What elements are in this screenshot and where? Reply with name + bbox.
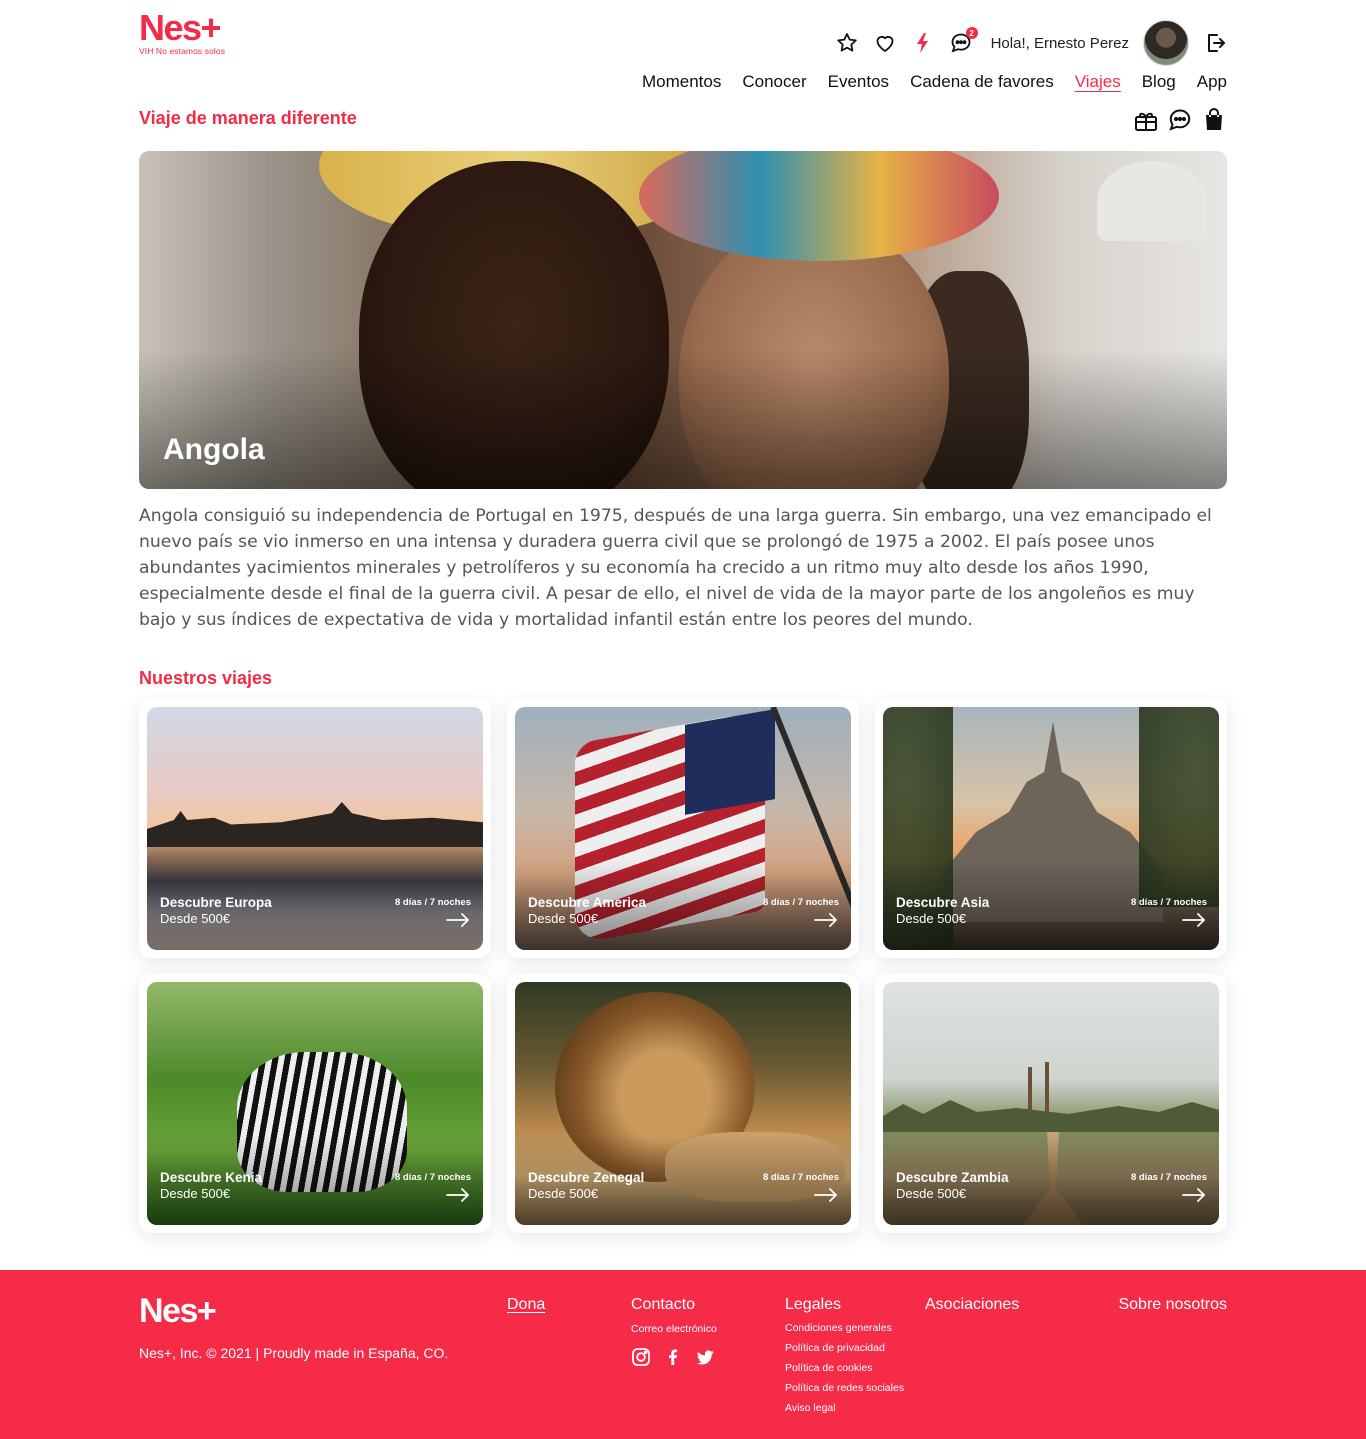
- nav-item-eventos[interactable]: Eventos: [828, 72, 889, 92]
- hero-image-lamp: [1097, 161, 1207, 241]
- footer-legal-links: Condiciones generales Política de privac…: [785, 1322, 904, 1414]
- trip-price: Desde 500€: [160, 911, 231, 926]
- trip-card-zenegal[interactable]: Descubre Zenegal Desde 500€ 8 días / 7 n…: [507, 974, 859, 1233]
- footer-link-email[interactable]: Correo electrónico: [631, 1323, 717, 1335]
- nav-item-cadena-de-favores[interactable]: Cadena de favores: [910, 72, 1054, 92]
- logout-icon[interactable]: [1203, 31, 1227, 55]
- trip-duration: 8 días / 7 noches: [1130, 1172, 1207, 1183]
- footer-link-asociaciones[interactable]: Asociaciones: [925, 1296, 1019, 1313]
- nav-item-app[interactable]: App: [1197, 72, 1227, 92]
- trip-price: Desde 500€: [160, 1186, 231, 1201]
- footer-col-sobre-nosotros: Sobre nosotros: [1118, 1296, 1227, 1314]
- heart-icon[interactable]: [873, 31, 897, 55]
- trip-image-kenia: Descubre Kenia Desde 500€ 8 días / 7 noc…: [147, 982, 483, 1225]
- hero-banner: Angola: [139, 151, 1227, 489]
- arrow-right-icon[interactable]: [813, 912, 839, 928]
- arrow-right-icon[interactable]: [445, 1187, 471, 1203]
- avatar[interactable]: [1143, 20, 1189, 66]
- trip-card-asia[interactable]: Descubre Asia Desde 500€ 8 días / 7 noch…: [875, 699, 1227, 958]
- giraffe-neck: [1028, 1067, 1032, 1112]
- flag-canton: [685, 709, 775, 815]
- trip-price: Desde 500€: [528, 1186, 599, 1201]
- action-icons: [1133, 107, 1227, 133]
- footer-copyright: Nes+, Inc. © 2021 | Proudly made in Espa…: [139, 1345, 449, 1361]
- trip-image-zenegal: Descubre Zenegal Desde 500€ 8 días / 7 n…: [515, 982, 851, 1225]
- trip-price: Desde 500€: [896, 911, 967, 926]
- trip-cards-grid: Descubre Europa Desde 500€ 8 días / 7 no…: [139, 699, 1227, 1233]
- trip-image-europa: Descubre Europa Desde 500€ 8 días / 7 no…: [147, 707, 483, 950]
- footer-link-privacidad[interactable]: Política de privacidad: [785, 1342, 904, 1354]
- logo[interactable]: Nes+ VIH No estamos solos: [139, 7, 226, 57]
- nav-item-momentos[interactable]: Momentos: [642, 72, 721, 92]
- trip-name: Descubre Zambia: [896, 1170, 1009, 1185]
- trip-duration: 8 días / 7 noches: [394, 1172, 471, 1183]
- trip-card-america[interactable]: Descubre America Desde 500€ 8 días / 7 n…: [507, 699, 859, 958]
- footer-col-contacto: Contacto Correo electrónico: [631, 1296, 717, 1372]
- instagram-icon[interactable]: [631, 1347, 651, 1372]
- trip-card-kenia[interactable]: Descubre Kenia Desde 500€ 8 días / 7 noc…: [139, 974, 491, 1233]
- trip-card-zambia[interactable]: Descubre Zambia Desde 500€ 8 días / 7 no…: [875, 974, 1227, 1233]
- footer-col-legales: Legales Condiciones generales Política d…: [785, 1296, 904, 1414]
- footer-logo[interactable]: Nes+: [139, 1292, 217, 1331]
- footer-heading-legales: Legales: [785, 1296, 842, 1313]
- page: Nes+ VIH No estamos solos 2 Hola!, Ernes…: [0, 0, 1366, 1439]
- twitter-icon[interactable]: [695, 1347, 715, 1372]
- footer-col-asociaciones: Asociaciones: [925, 1296, 1019, 1314]
- trip-name: Descubre Zenegal: [528, 1170, 645, 1185]
- footer-link-aviso-legal[interactable]: Aviso legal: [785, 1402, 904, 1414]
- trip-name: Descubre Asia: [896, 895, 990, 910]
- trip-image-zambia: Descubre Zambia Desde 500€ 8 días / 7 no…: [883, 982, 1219, 1225]
- top-bar: 2 Hola!, Ernesto Perez: [835, 20, 1227, 66]
- footer-link-condiciones[interactable]: Condiciones generales: [785, 1322, 904, 1334]
- trip-card-europa[interactable]: Descubre Europa Desde 500€ 8 días / 7 no…: [139, 699, 491, 958]
- message-badge: 2: [965, 27, 978, 39]
- hero-description: Angola consiguió su independencia de Por…: [139, 506, 1212, 630]
- footer-heading-contacto: Contacto: [631, 1296, 696, 1313]
- footer-link-sobre-nosotros[interactable]: Sobre nosotros: [1118, 1296, 1227, 1313]
- trip-duration: 8 días / 7 noches: [394, 897, 471, 908]
- trip-duration: 8 días / 7 noches: [762, 897, 839, 908]
- footer: Nes+ Nes+, Inc. © 2021 | Proudly made in…: [0, 1270, 1366, 1439]
- nav-item-viajes[interactable]: Viajes: [1075, 72, 1121, 92]
- skyline-silhouette: [147, 802, 483, 847]
- trips-title: Nuestros viajes: [139, 668, 273, 688]
- treeline: [883, 1100, 1219, 1132]
- trip-name: Descubre Europa: [160, 895, 272, 910]
- social-links: [631, 1347, 717, 1372]
- hero-title: Angola: [163, 433, 265, 466]
- nav-item-conocer[interactable]: Conocer: [742, 72, 806, 92]
- logo-tagline: VIH No estamos solos: [139, 46, 226, 56]
- facebook-icon[interactable]: [663, 1347, 683, 1372]
- shopping-bag-icon[interactable]: [1201, 107, 1227, 133]
- giraffe-neck: [1045, 1062, 1049, 1112]
- trip-name: Descubre America: [528, 895, 647, 910]
- greeting-text: Hola!, Ernesto Perez: [990, 34, 1129, 52]
- page-title: Viaje de manera diferente: [139, 108, 357, 128]
- star-icon[interactable]: [835, 31, 859, 55]
- arrow-right-icon[interactable]: [445, 912, 471, 928]
- chat-icon[interactable]: 2: [949, 27, 978, 55]
- chat-icon[interactable]: [1167, 107, 1193, 133]
- trip-price: Desde 500€: [528, 911, 599, 926]
- footer-col-dona: Dona: [507, 1296, 545, 1314]
- arrow-right-icon[interactable]: [813, 1187, 839, 1203]
- nav-item-blog[interactable]: Blog: [1142, 72, 1176, 92]
- hero-image-headband: [639, 151, 999, 261]
- hero-overlay: [139, 349, 1227, 489]
- arrow-right-icon[interactable]: [1181, 912, 1207, 928]
- footer-link-cookies[interactable]: Política de cookies: [785, 1362, 904, 1374]
- trip-image-asia: Descubre Asia Desde 500€ 8 días / 7 noch…: [883, 707, 1219, 950]
- footer-link-dona[interactable]: Dona: [507, 1296, 545, 1313]
- arrow-right-icon[interactable]: [1181, 1187, 1207, 1203]
- trip-name: Descubre Kenia: [160, 1170, 263, 1185]
- bolt-icon[interactable]: [911, 31, 935, 55]
- logo-text: Nes+: [139, 7, 222, 48]
- trip-duration: 8 días / 7 noches: [762, 1172, 839, 1183]
- gift-icon[interactable]: [1133, 107, 1159, 133]
- trip-image-america: Descubre America Desde 500€ 8 días / 7 n…: [515, 707, 851, 950]
- trip-duration: 8 días / 7 noches: [1130, 897, 1207, 908]
- main-nav: Momentos Conocer Eventos Cadena de favor…: [642, 72, 1227, 92]
- footer-link-redes-sociales[interactable]: Política de redes sociales: [785, 1382, 904, 1394]
- trip-price: Desde 500€: [896, 1186, 967, 1201]
